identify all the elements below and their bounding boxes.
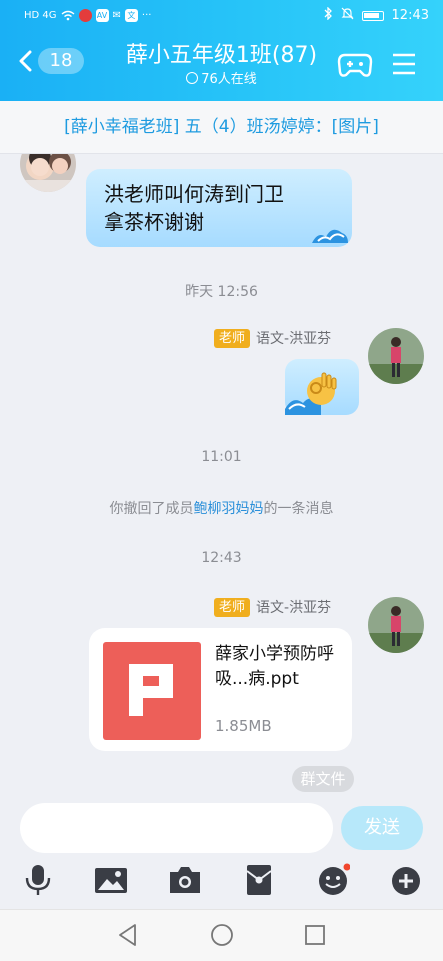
file-name: 薛家小学预防呼吸...病.ppt — [215, 644, 334, 689]
app-badge-icon: AV — [95, 9, 109, 22]
gamepad-icon[interactable] — [337, 50, 373, 80]
nav-home-icon[interactable] — [209, 922, 235, 948]
chat-title-area[interactable]: 薛小五年级1班(87) 76人在线 — [110, 42, 333, 89]
recall-suffix: 的一条消息 — [263, 501, 334, 517]
group-title: 薛小五年级1班(87) — [125, 43, 318, 68]
sender-info: 老师 语文-洪亚芬 — [214, 597, 331, 617]
system-nav-bar — [0, 909, 443, 961]
mute-icon — [341, 7, 354, 24]
ppt-icon — [103, 642, 201, 740]
sender-name: 语文-洪亚芬 — [256, 600, 332, 616]
pinned-notice[interactable]: [薛小幸福老班] 五（4）班汤婷婷：[图片] — [0, 101, 443, 154]
back-button[interactable]: 18 — [18, 48, 84, 74]
message-line-2: 拿茶杯谢谢 — [104, 210, 204, 234]
recalled-member-link[interactable]: 鲍柳羽妈妈 — [194, 501, 264, 517]
wave-decoration-icon — [312, 229, 348, 243]
status-bar: HD 4G AV ✉ 文 ··· 12:43 — [0, 0, 443, 32]
message-list[interactable]: 洪老师叫何涛到门卫 拿茶杯谢谢 昨天 12:56 老师 语文-洪亚芬 11:01… — [0, 154, 443, 800]
camera-icon[interactable] — [168, 863, 202, 897]
status-time: 12:43 — [391, 8, 429, 23]
mic-icon[interactable] — [21, 863, 55, 897]
bluetooth-icon — [324, 6, 333, 24]
incoming-message-bubble[interactable]: 洪老师叫何涛到门卫 拿茶杯谢谢 — [86, 169, 352, 247]
sticker-message-bubble[interactable] — [285, 359, 359, 415]
timestamp: 昨天 12:56 — [185, 284, 258, 300]
teacher-avatar[interactable] — [368, 328, 424, 384]
recall-prefix: 你撤回了成员 — [109, 501, 194, 517]
online-count: 76人在线 — [110, 71, 333, 89]
signal-icon: HD 4G — [24, 9, 57, 21]
status-icons-left: HD 4G AV ✉ 文 ··· — [24, 9, 151, 22]
app-notification-icon — [78, 9, 92, 22]
status-icons-right: 12:43 — [324, 6, 429, 24]
timestamp: 12:43 — [201, 550, 242, 566]
file-size: 1.85MB — [215, 717, 272, 735]
ok-hand-sticker-icon — [285, 372, 337, 415]
chevron-left-icon — [19, 50, 32, 72]
sender-info: 老师 语文-洪亚芬 — [214, 328, 331, 348]
file-message-card[interactable]: 薛家小学预防呼吸...病.ppt 1.85MB — [89, 628, 352, 751]
group-files-button[interactable]: 群文件 — [292, 766, 354, 792]
online-status-icon — [186, 72, 199, 84]
wifi-icon — [61, 10, 75, 22]
chat-header: HD 4G AV ✉ 文 ··· 12:43 18 薛小五年级1班(87) 76… — [0, 0, 443, 101]
teacher-tag: 老师 — [214, 597, 251, 617]
emoji-icon[interactable] — [316, 863, 350, 897]
app-badge-2-icon: 文 — [124, 9, 138, 22]
image-icon[interactable] — [94, 863, 128, 897]
recall-notice: 你撤回了成员鲍柳羽妈妈的一条消息 — [0, 498, 443, 518]
wechat-icon: ✉ — [112, 9, 121, 21]
online-count-label: 76人在线 — [201, 72, 257, 87]
teacher-avatar[interactable] — [368, 597, 424, 653]
menu-icon[interactable] — [392, 52, 416, 76]
message-input[interactable] — [20, 803, 333, 853]
plus-icon[interactable] — [389, 863, 423, 897]
battery-icon — [361, 10, 384, 21]
message-line-1: 洪老师叫何涛到门卫 — [104, 182, 284, 206]
red-packet-icon[interactable] — [242, 863, 276, 897]
send-button[interactable]: 发送 — [341, 806, 423, 850]
teacher-tag: 老师 — [214, 328, 251, 348]
nav-back-icon[interactable] — [115, 922, 141, 948]
more-status-icon: ··· — [141, 9, 152, 21]
timestamp: 11:01 — [201, 449, 242, 465]
input-bar: 发送 — [0, 800, 443, 909]
sender-name: 语文-洪亚芬 — [256, 331, 332, 347]
nav-recents-icon[interactable] — [302, 922, 328, 948]
sender-avatar-child[interactable] — [20, 154, 76, 192]
unread-count-badge: 18 — [38, 48, 84, 74]
